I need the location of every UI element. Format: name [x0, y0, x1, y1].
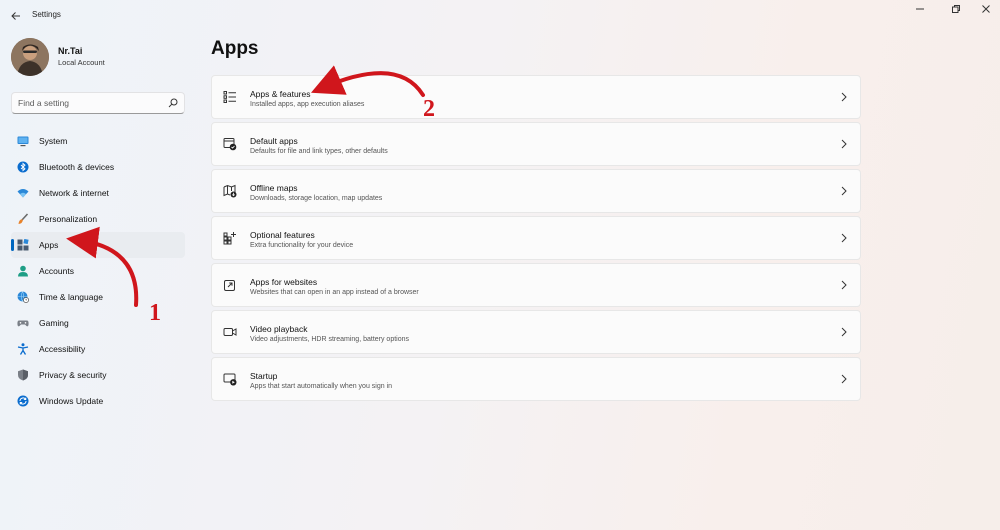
default-apps-icon: [223, 138, 237, 151]
card-default-apps[interactable]: Default apps Defaults for file and link …: [211, 122, 861, 166]
card-apps-for-websites[interactable]: Apps for websites Websites that can open…: [211, 263, 861, 307]
card-optional-features[interactable]: Optional features Extra functionality fo…: [211, 216, 861, 260]
close-button[interactable]: [976, 4, 996, 16]
update-icon: [17, 395, 29, 407]
sidebar-item-label: Privacy & security: [39, 370, 107, 380]
title-bar: Settings: [0, 0, 1000, 32]
restore-icon: [952, 5, 960, 13]
add-grid-icon: [223, 232, 236, 245]
back-arrow-icon: [11, 12, 20, 20]
chevron-right-icon: [841, 186, 847, 196]
maximize-button[interactable]: [946, 4, 966, 16]
sidebar-item-network[interactable]: Network & internet: [11, 180, 185, 206]
chevron-right-icon: [841, 280, 847, 290]
minimize-button[interactable]: [910, 4, 930, 16]
bluetooth-icon: [17, 161, 29, 173]
sidebar-item-privacy-security[interactable]: Privacy & security: [11, 362, 185, 388]
user-profile[interactable]: Nr.Tai Local Account: [11, 38, 191, 78]
window-title: Settings: [32, 10, 61, 19]
sidebar-item-label: Apps: [39, 240, 59, 250]
user-name: Nr.Tai: [58, 46, 83, 56]
sidebar-item-time-language[interactable]: Time & language: [11, 284, 185, 310]
brush-icon: [18, 213, 29, 224]
sidebar-item-label: Personalization: [39, 214, 98, 224]
active-indicator: [11, 239, 14, 251]
card-subtitle: Apps that start automatically when you s…: [250, 383, 393, 390]
account-type: Local Account: [58, 58, 105, 67]
sidebar-item-label: Time & language: [39, 292, 103, 302]
sidebar-item-gaming[interactable]: Gaming: [11, 310, 185, 336]
page-title: Apps: [211, 38, 259, 59]
card-title: Apps & features: [250, 89, 311, 99]
search-box: [11, 92, 185, 114]
card-offline-maps[interactable]: Offline maps Downloads, storage location…: [211, 169, 861, 213]
sidebar-item-label: Network & internet: [39, 188, 109, 198]
card-title: Default apps: [250, 136, 298, 146]
sidebar-item-label: System: [39, 136, 68, 146]
chevron-right-icon: [841, 327, 847, 337]
sidebar-item-personalization[interactable]: Personalization: [11, 206, 185, 232]
sidebar-item-label: Accessibility: [39, 344, 86, 354]
avatar-photo-icon: [11, 38, 49, 76]
minimize-icon: [916, 8, 924, 10]
back-button[interactable]: [8, 8, 24, 24]
person-icon: [18, 265, 28, 277]
video-icon: [223, 328, 237, 336]
sidebar-item-bluetooth[interactable]: Bluetooth & devices: [11, 154, 185, 180]
card-subtitle: Websites that can open in an app instead…: [250, 289, 419, 296]
settings-list: Apps & features Installed apps, app exec…: [211, 75, 861, 404]
chevron-right-icon: [841, 233, 847, 243]
card-startup[interactable]: Startup Apps that start automatically wh…: [211, 357, 861, 401]
sidebar-item-system[interactable]: System: [11, 128, 185, 154]
shield-icon: [18, 369, 28, 381]
card-title: Offline maps: [250, 183, 298, 193]
sidebar-item-label: Windows Update: [39, 396, 104, 406]
card-title: Video playback: [250, 324, 308, 334]
card-subtitle: Video adjustments, HDR streaming, batter…: [250, 336, 410, 343]
card-subtitle: Defaults for file and link types, other …: [250, 148, 388, 155]
avatar: [11, 38, 49, 76]
sidebar-item-label: Bluetooth & devices: [39, 162, 115, 172]
chevron-right-icon: [841, 92, 847, 102]
apps-icon: [17, 239, 29, 251]
card-apps-features[interactable]: Apps & features Installed apps, app exec…: [211, 75, 861, 119]
card-subtitle: Extra functionality for your device: [250, 242, 354, 249]
gamepad-icon: [17, 320, 29, 327]
sidebar-item-accessibility[interactable]: Accessibility: [11, 336, 185, 362]
sidebar-item-label: Gaming: [39, 318, 69, 328]
card-title: Startup: [250, 371, 278, 381]
wifi-icon: [17, 189, 29, 198]
link-window-icon: [224, 280, 235, 291]
search-input[interactable]: [18, 96, 163, 110]
accessibility-icon: [17, 343, 29, 355]
card-title: Optional features: [250, 230, 315, 240]
sidebar-item-windows-update[interactable]: Windows Update: [11, 388, 185, 414]
card-title: Apps for websites: [250, 277, 318, 287]
startup-icon: [223, 373, 237, 386]
card-subtitle: Downloads, storage location, map updates: [250, 195, 383, 202]
chevron-right-icon: [841, 139, 847, 149]
search-icon[interactable]: [168, 98, 178, 108]
card-video-playback[interactable]: Video playback Video adjustments, HDR st…: [211, 310, 861, 354]
close-icon: [982, 5, 990, 13]
sidebar-nav: System Bluetooth & devices Network & int…: [11, 128, 185, 414]
monitor-icon: [17, 136, 29, 147]
chevron-right-icon: [841, 374, 847, 384]
sidebar-item-label: Accounts: [39, 266, 74, 276]
map-icon: [223, 184, 237, 198]
sidebar-item-accounts[interactable]: Accounts: [11, 258, 185, 284]
card-subtitle: Installed apps, app execution aliases: [250, 101, 365, 108]
list-icon: [223, 91, 236, 103]
globe-clock-icon: [17, 291, 29, 303]
sidebar-item-apps[interactable]: Apps: [11, 232, 185, 258]
